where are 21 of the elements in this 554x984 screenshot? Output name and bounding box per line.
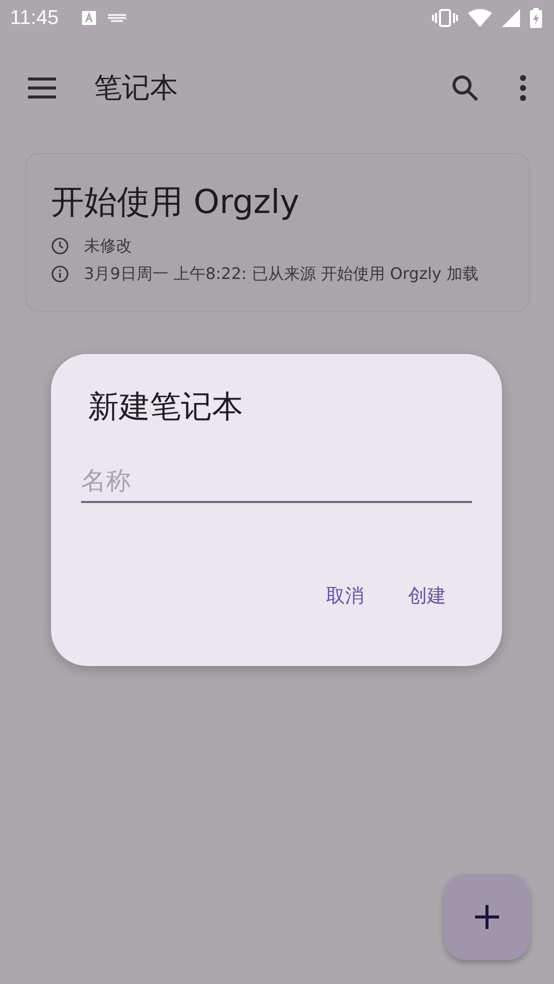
- status-time: 11:45: [10, 6, 59, 30]
- clock-icon: [51, 237, 69, 255]
- load-info: 3月9日周一 上午8:22: 已从来源 开始使用 Orgzly 加载: [84, 263, 478, 285]
- plus-icon: [474, 904, 500, 930]
- app-bar-title: 笔记本: [94, 70, 178, 106]
- wifi-icon: [468, 9, 492, 27]
- dialog-title: 新建笔记本: [88, 388, 244, 427]
- name-field[interactable]: 名称: [81, 458, 472, 503]
- signal-icon: [502, 9, 520, 27]
- dialog-button[interactable]: 创建: [396, 575, 458, 617]
- battery-icon: [530, 8, 542, 28]
- more-options-icon[interactable]: [518, 74, 528, 102]
- info-icon: [51, 265, 69, 283]
- text-input-icon: [80, 10, 97, 26]
- notebook-title: 开始使用 Orgzly: [51, 181, 300, 223]
- dialog-button[interactable]: 取消: [314, 575, 376, 617]
- modified-status: 未修改: [84, 235, 132, 257]
- keyboard-icon: [106, 13, 127, 23]
- notebook-card[interactable]: 开始使用 Orgzly 未修改 3月9日周一 上午8:22: 已从来源 开始使用 Orgzly 加载: [25, 153, 530, 312]
- vibrate-icon: [432, 8, 458, 28]
- search-icon[interactable]: [450, 73, 480, 103]
